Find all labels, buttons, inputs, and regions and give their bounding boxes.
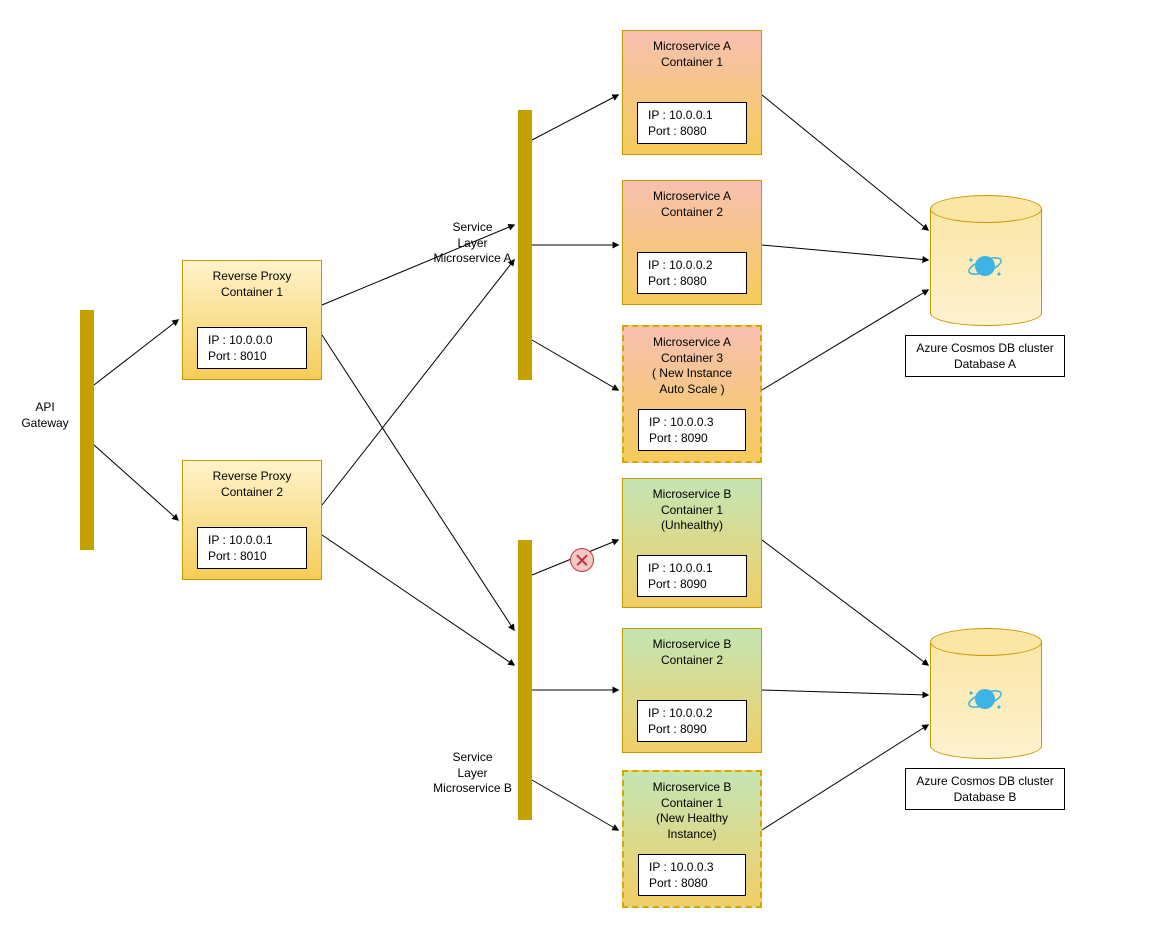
ms-a-3-info: IP : 10.0.0.3 Port : 8090 [638, 409, 746, 451]
ms-b-3-info: IP : 10.0.0.3 Port : 8080 [638, 854, 746, 896]
diagram-canvas: API Gateway Reverse Proxy Container 1 IP… [0, 0, 1157, 928]
ms-a-3-ip: IP : 10.0.0.3 [649, 414, 739, 430]
service-a-label: Service Layer Microservice A [430, 220, 515, 267]
ms-a-1-ip: IP : 10.0.0.1 [648, 107, 740, 123]
ms-b-container-1: Microservice B Container 1 (Unhealthy) I… [622, 478, 762, 608]
ms-b-3-port: Port : 8080 [649, 875, 739, 891]
reverse-proxy-1-port: Port : 8010 [208, 348, 300, 364]
api-gateway-label: API Gateway [15, 400, 75, 431]
ms-a-container-3: Microservice A Container 3 ( New Instanc… [622, 325, 762, 463]
ms-a-2-title: Microservice A Container 2 [623, 181, 761, 220]
ms-a-1-title: Microservice A Container 1 [623, 31, 761, 70]
ms-b-2-title: Microservice B Container 2 [623, 629, 761, 668]
cosmos-db-icon [967, 248, 1003, 292]
ms-a-1-port: Port : 8080 [648, 123, 740, 139]
reverse-proxy-1-ip: IP : 10.0.0.0 [208, 332, 300, 348]
reverse-proxy-container-2: Reverse Proxy Container 2 IP : 10.0.0.1 … [182, 460, 322, 580]
ms-b-3-ip: IP : 10.0.0.3 [649, 859, 739, 875]
reverse-proxy-1-info: IP : 10.0.0.0 Port : 8010 [197, 327, 307, 369]
reverse-proxy-1-title: Reverse Proxy Container 1 [183, 261, 321, 300]
reverse-proxy-container-1: Reverse Proxy Container 1 IP : 10.0.0.0 … [182, 260, 322, 380]
ms-b-2-info: IP : 10.0.0.2 Port : 8090 [637, 700, 747, 742]
api-gateway-bar [80, 310, 94, 550]
ms-a-container-2: Microservice A Container 2 IP : 10.0.0.2… [622, 180, 762, 305]
reverse-proxy-2-port: Port : 8010 [208, 548, 300, 564]
ms-b-3-title: Microservice B Container 1 (New Healthy … [624, 772, 760, 842]
reverse-proxy-2-title: Reverse Proxy Container 2 [183, 461, 321, 500]
ms-a-2-info: IP : 10.0.0.2 Port : 8080 [637, 252, 747, 294]
service-b-label: Service Layer Microservice B [430, 750, 515, 797]
ms-b-container-2: Microservice B Container 2 IP : 10.0.0.2… [622, 628, 762, 753]
ms-b-1-port: Port : 8090 [648, 576, 740, 592]
ms-b-1-info: IP : 10.0.0.1 Port : 8090 [637, 555, 747, 597]
ms-b-2-port: Port : 8090 [648, 721, 740, 737]
reverse-proxy-2-info: IP : 10.0.0.1 Port : 8010 [197, 527, 307, 569]
ms-b-1-ip: IP : 10.0.0.1 [648, 560, 740, 576]
ms-a-container-1: Microservice A Container 1 IP : 10.0.0.1… [622, 30, 762, 155]
database-a-label: Azure Cosmos DB cluster Database A [905, 335, 1065, 377]
database-b [930, 628, 1040, 758]
reverse-proxy-2-ip: IP : 10.0.0.1 [208, 532, 300, 548]
ms-a-3-port: Port : 8090 [649, 430, 739, 446]
service-b-bar [518, 540, 532, 820]
ms-a-1-info: IP : 10.0.0.1 Port : 8080 [637, 102, 747, 144]
cosmos-db-icon [967, 681, 1003, 725]
error-icon [570, 548, 594, 572]
ms-a-2-ip: IP : 10.0.0.2 [648, 257, 740, 273]
service-a-bar [518, 110, 532, 380]
ms-b-container-3: Microservice B Container 1 (New Healthy … [622, 770, 762, 908]
database-a [930, 195, 1040, 325]
ms-a-2-port: Port : 8080 [648, 273, 740, 289]
ms-b-2-ip: IP : 10.0.0.2 [648, 705, 740, 721]
database-b-label: Azure Cosmos DB cluster Database B [905, 768, 1065, 810]
ms-a-3-title: Microservice A Container 3 ( New Instanc… [624, 327, 760, 397]
ms-b-1-title: Microservice B Container 1 (Unhealthy) [623, 479, 761, 534]
